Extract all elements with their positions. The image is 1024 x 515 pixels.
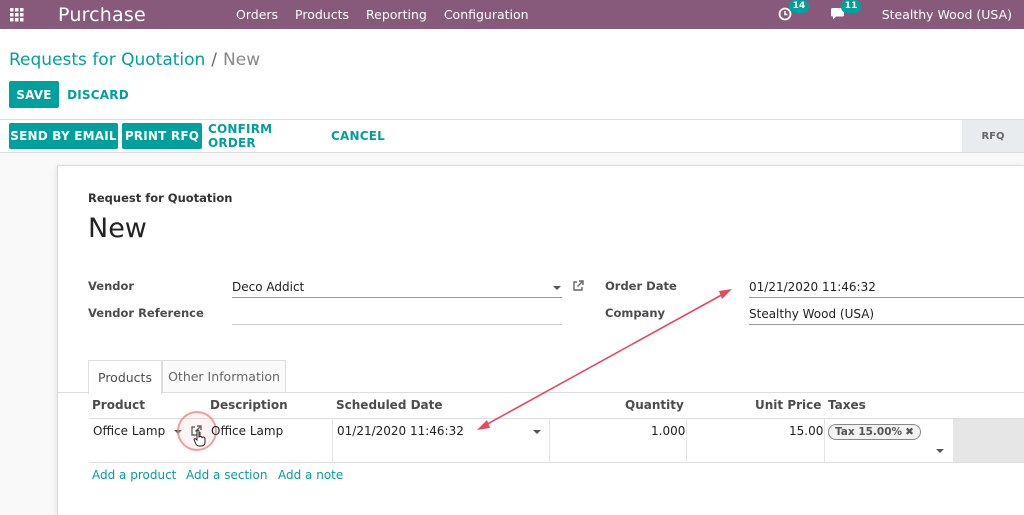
message-count-badge: 11 xyxy=(840,0,862,13)
scheduled-date-dropdown-icon[interactable] xyxy=(533,430,541,434)
taxes-dropdown-icon[interactable] xyxy=(936,449,944,453)
company-label: Company xyxy=(605,306,665,320)
tax-tag[interactable]: Tax 15.00% ✖ xyxy=(828,424,921,440)
quantity-cell[interactable]: 1.000 xyxy=(651,424,685,438)
vendor-label: Vendor xyxy=(88,279,135,293)
messaging-menu[interactable]: 11 xyxy=(830,0,862,23)
company-switcher[interactable]: Stealthy Wood (USA) xyxy=(882,7,1012,22)
app-name[interactable]: Purchase xyxy=(58,4,202,26)
column-quantity[interactable]: Quantity xyxy=(625,398,684,412)
company-field[interactable]: Stealthy Wood (USA) xyxy=(749,305,1024,325)
external-link-icon[interactable] xyxy=(571,279,585,293)
menu-products[interactable]: Products xyxy=(295,7,349,22)
menu-configuration[interactable]: Configuration xyxy=(444,7,529,22)
menu-orders[interactable]: Orders xyxy=(236,7,278,22)
add-note-link[interactable]: Add a note xyxy=(278,468,343,482)
form-title: New xyxy=(88,213,147,244)
cell-divider xyxy=(332,418,333,463)
description-cell[interactable]: Office Lamp xyxy=(211,424,283,438)
tax-tag-label: Tax 15.00% xyxy=(835,426,903,438)
form-subtitle: Request for Quotation xyxy=(88,191,233,205)
status-step-rfq[interactable]: RFQ xyxy=(962,120,1024,152)
order-date-label: Order Date xyxy=(605,279,677,293)
cell-divider xyxy=(549,418,550,463)
print-rfq-button[interactable]: PRINT RFQ xyxy=(122,123,202,149)
cell-divider xyxy=(686,418,687,463)
scheduled-date-cell[interactable]: 01/21/2020 11:46:32 xyxy=(337,424,464,438)
discard-button[interactable]: DISCARD xyxy=(66,81,130,108)
vendor-reference-input[interactable] xyxy=(232,305,562,325)
breadcrumb-parent[interactable]: Requests for Quotation xyxy=(9,50,205,70)
save-button[interactable]: SAVE xyxy=(9,81,59,108)
apps-menu-icon[interactable] xyxy=(0,0,34,29)
confirm-order-button[interactable]: CONFIRM ORDER xyxy=(208,122,320,150)
vendor-field[interactable]: Deco Addict xyxy=(232,278,562,298)
row-actions-area xyxy=(953,419,1024,462)
column-description[interactable]: Description xyxy=(210,398,288,412)
vendor-reference-label: Vendor Reference xyxy=(88,306,204,320)
tab-products[interactable]: Products xyxy=(88,360,162,394)
column-unit-price[interactable]: Unit Price xyxy=(755,398,821,412)
breadcrumb: Requests for Quotation / New xyxy=(9,50,260,70)
remove-tag-icon[interactable]: ✖ xyxy=(905,426,914,438)
activity-count-badge: 14 xyxy=(788,0,810,13)
order-date-field[interactable]: 01/21/2020 11:46:32 xyxy=(749,278,1024,298)
hand-pointer-icon xyxy=(193,429,207,447)
column-taxes[interactable]: Taxes xyxy=(828,398,866,412)
systray: 14 11 Stealthy Wood (USA) xyxy=(778,0,1024,23)
activity-menu[interactable]: 14 xyxy=(778,0,810,23)
top-navbar: Purchase Orders Products Reporting Confi… xyxy=(0,0,1024,29)
vendor-dropdown-icon[interactable] xyxy=(553,286,561,290)
cell-divider xyxy=(824,418,825,463)
add-product-link[interactable]: Add a product xyxy=(92,468,176,482)
breadcrumb-separator: / xyxy=(211,50,218,70)
tab-other-information[interactable]: Other Information xyxy=(162,360,286,393)
column-product[interactable]: Product xyxy=(92,398,145,412)
cancel-button[interactable]: CANCEL xyxy=(327,123,389,149)
unit-price-cell[interactable]: 15.00 xyxy=(789,424,823,438)
column-scheduled-date[interactable]: Scheduled Date xyxy=(336,398,443,412)
menu-reporting[interactable]: Reporting xyxy=(366,7,427,22)
product-cell[interactable]: Office Lamp xyxy=(93,424,165,438)
send-by-email-button[interactable]: SEND BY EMAIL xyxy=(9,123,118,149)
add-section-link[interactable]: Add a section xyxy=(186,468,267,482)
main-menu: Orders Products Reporting Configuration xyxy=(236,7,546,22)
breadcrumb-current: New xyxy=(223,50,261,70)
